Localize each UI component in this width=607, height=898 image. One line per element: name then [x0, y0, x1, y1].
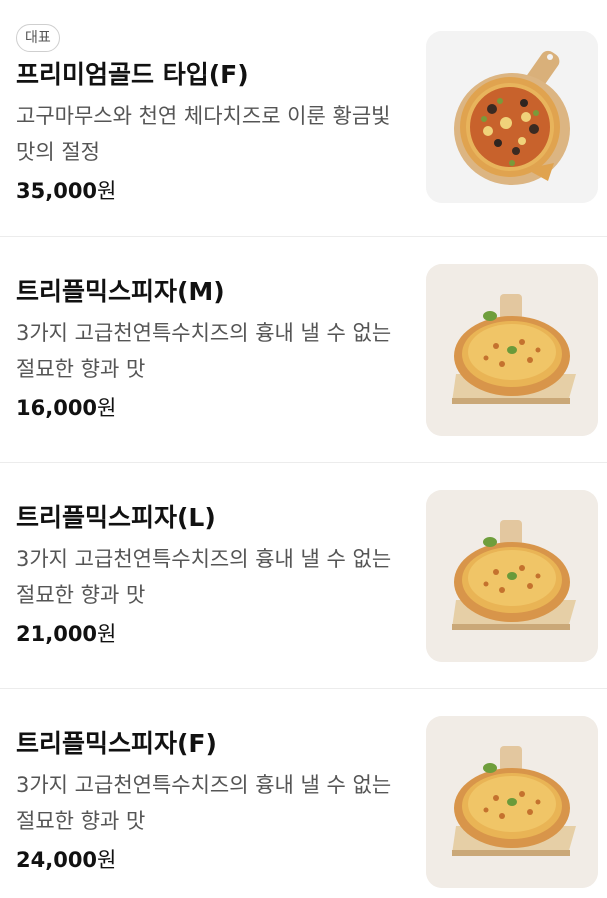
price-unit: 원: [97, 848, 117, 872]
menu-item-triple-mix-f[interactable]: 트리플믹스피자(F) 3가지 고급천연특수치즈의 흉내 낼 수 없는 절묘한 향…: [0, 688, 607, 898]
menu-item-name: 트리플믹스피자(L): [16, 503, 216, 532]
menu-list: 대표 프리미엄골드 타입(F) 고구마무스와 천연 체다치즈로 이룬 황금빛 맛…: [0, 0, 607, 898]
representative-badge: 대표: [16, 24, 60, 52]
menu-item-price: 21,000원: [16, 619, 411, 649]
menu-item-info: 트리플믹스피자(L) 3가지 고급천연특수치즈의 흉내 낼 수 없는 절묘한 향…: [16, 501, 411, 649]
menu-item-description: 3가지 고급천연특수치즈의 흉내 낼 수 없는 절묘한 향과 맛: [16, 773, 392, 833]
triple-mix-pizza-image[interactable]: [426, 716, 598, 888]
menu-item-price: 16,000원: [16, 393, 411, 423]
price-value: 21,000: [16, 622, 98, 646]
menu-item-name: 프리미엄골드 타입(F): [16, 60, 249, 89]
price-unit: 원: [97, 622, 117, 646]
menu-item-info: 대표 프리미엄골드 타입(F) 고구마무스와 천연 체다치즈로 이룬 황금빛 맛…: [16, 0, 411, 206]
menu-item-premium-gold-f[interactable]: 대표 프리미엄골드 타입(F) 고구마무스와 천연 체다치즈로 이룬 황금빛 맛…: [0, 0, 607, 236]
menu-item-triple-mix-m[interactable]: 트리플믹스피자(M) 3가지 고급천연특수치즈의 흉내 낼 수 없는 절묘한 향…: [0, 236, 607, 462]
menu-item-price: 35,000원: [16, 176, 411, 206]
triple-mix-pizza-image[interactable]: [426, 264, 598, 436]
premium-gold-pizza-image[interactable]: [426, 31, 598, 203]
menu-item-price: 24,000원: [16, 845, 411, 875]
price-value: 35,000: [16, 179, 98, 203]
menu-item-name: 트리플믹스피자(F): [16, 729, 217, 758]
menu-item-description: 고구마무스와 천연 체다치즈로 이룬 황금빛 맛의 절정: [16, 104, 391, 164]
price-value: 16,000: [16, 396, 98, 420]
menu-item-name: 트리플믹스피자(M): [16, 277, 225, 306]
menu-item-description: 3가지 고급천연특수치즈의 흉내 낼 수 없는 절묘한 향과 맛: [16, 547, 392, 607]
menu-item-triple-mix-l[interactable]: 트리플믹스피자(L) 3가지 고급천연특수치즈의 흉내 낼 수 없는 절묘한 향…: [0, 462, 607, 688]
triple-mix-pizza-image[interactable]: [426, 490, 598, 662]
menu-item-description: 3가지 고급천연특수치즈의 흉내 낼 수 없는 절묘한 향과 맛: [16, 321, 392, 381]
price-value: 24,000: [16, 848, 98, 872]
price-unit: 원: [97, 179, 117, 203]
menu-item-info: 트리플믹스피자(F) 3가지 고급천연특수치즈의 흉내 낼 수 없는 절묘한 향…: [16, 727, 411, 875]
menu-item-info: 트리플믹스피자(M) 3가지 고급천연특수치즈의 흉내 낼 수 없는 절묘한 향…: [16, 275, 411, 423]
price-unit: 원: [97, 396, 117, 420]
